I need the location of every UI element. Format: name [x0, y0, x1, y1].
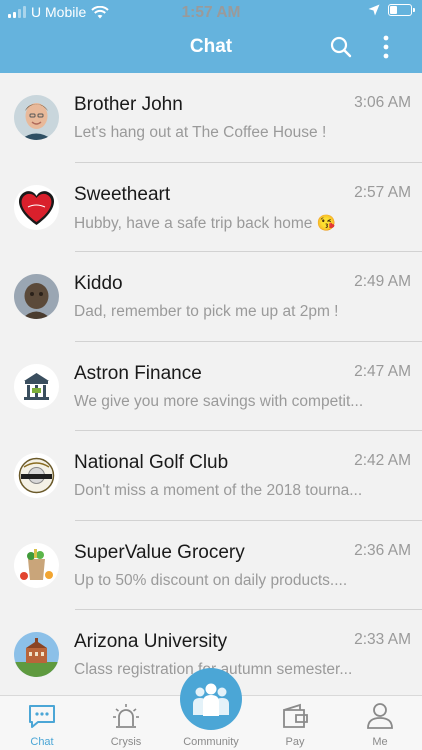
siren-icon: [113, 704, 139, 728]
avatar: [14, 453, 59, 498]
tab-chat[interactable]: Chat: [0, 696, 84, 750]
page-title: Chat: [189, 36, 233, 57]
person-icon: [367, 703, 393, 729]
chat-preview: Up to 50% discount on daily products....: [74, 571, 348, 589]
community-button[interactable]: [180, 668, 242, 730]
chat-time: 2:57 AM: [354, 183, 411, 201]
chat-name: Astron Finance: [74, 362, 202, 384]
status-bar: U Mobile 1:57 AM: [0, 0, 422, 24]
avatar: [14, 184, 59, 230]
tab-label: Me: [372, 736, 388, 748]
more-options-button[interactable]: [372, 33, 400, 61]
chat-row-brother-john[interactable]: Brother John Let's hang out at The Coffe…: [0, 73, 422, 163]
tab-me[interactable]: Me: [338, 696, 422, 750]
chat-time: 2:36 AM: [354, 541, 411, 559]
battery-icon: [388, 4, 415, 16]
search-button[interactable]: [327, 33, 355, 61]
chat-name: National Golf Club: [74, 452, 229, 473]
chat-row-astron-finance[interactable]: Astron Finance We give you more savings …: [0, 342, 422, 431]
chat-row-supervalue-grocery[interactable]: SuperValue Grocery Up to 50% discount on…: [0, 521, 422, 610]
location-arrow-icon: [368, 4, 380, 16]
wallet-icon: [283, 703, 308, 728]
avatar: [14, 632, 59, 677]
avatar: [14, 274, 59, 319]
chat-row-national-golf-club[interactable]: National Golf Club Don't miss a moment o…: [0, 431, 422, 521]
chat-name: SuperValue Grocery: [74, 541, 245, 563]
chat-time: 2:33 AM: [354, 631, 411, 648]
chat-name: Brother John: [74, 94, 183, 115]
people-icon: [193, 683, 229, 716]
avatar: [14, 95, 59, 140]
chat-name: Sweetheart: [74, 183, 171, 205]
search-icon: [330, 36, 352, 58]
tab-label: Crysis: [110, 736, 142, 748]
chat-name: Arizona University: [74, 631, 228, 652]
chat-time: 2:49 AM: [354, 273, 411, 290]
status-right: [368, 4, 415, 16]
tab-label: Community: [183, 736, 239, 748]
clock: 1:57 AM: [181, 4, 241, 21]
chat-row-kiddo[interactable]: Kiddo Dad, remember to pick me up at 2pm…: [0, 252, 422, 342]
avatar: [14, 363, 59, 409]
tab-pay[interactable]: Pay: [253, 696, 337, 750]
chat-preview: Don't miss a moment of the 2018 tourna..…: [74, 482, 363, 499]
top-bar: U Mobile 1:57 AM Chat: [0, 0, 422, 73]
chat-preview: Dad, remember to pick me up at 2pm !: [74, 303, 339, 320]
chat-list: Brother John Let's hang out at The Coffe…: [0, 73, 422, 700]
tab-label: Pay: [285, 736, 305, 748]
chat-preview: Let's hang out at The Coffee House !: [74, 124, 327, 141]
chat-time: 2:47 AM: [354, 362, 411, 380]
chat-row-sweetheart[interactable]: Sweetheart Hubby, have a safe trip back …: [0, 163, 422, 252]
more-vertical-icon: [383, 35, 389, 59]
chat-name: Kiddo: [74, 273, 123, 294]
chat-time: 3:06 AM: [354, 94, 411, 111]
chat-preview: Hubby, have a safe trip back home 😘: [74, 214, 336, 232]
chat-bubble-icon: [29, 705, 55, 728]
avatar: [14, 542, 59, 588]
tab-crysis[interactable]: Crysis: [84, 696, 168, 750]
chat-time: 2:42 AM: [354, 452, 411, 469]
chat-preview: We give you more savings with competit..…: [74, 392, 364, 410]
tab-label: Chat: [30, 736, 54, 748]
